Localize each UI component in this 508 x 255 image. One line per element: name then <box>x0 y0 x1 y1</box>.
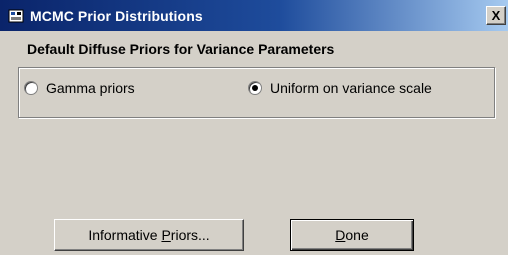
title-bar: MCMC Prior Distributions X <box>0 0 508 31</box>
app-icon <box>8 8 24 24</box>
informative-priors-button[interactable]: Informative Priors... <box>54 219 244 251</box>
close-button[interactable]: X <box>486 6 506 25</box>
done-button[interactable]: Done <box>290 219 414 251</box>
done-label: Done <box>335 227 369 243</box>
close-icon: X <box>491 8 501 23</box>
radio-unchecked-icon <box>24 81 38 95</box>
radio-gamma-priors[interactable]: Gamma priors <box>24 80 135 96</box>
window-title: MCMC Prior Distributions <box>30 7 203 24</box>
group-legend: Default Diffuse Priors for Variance Para… <box>24 40 338 58</box>
radio-uniform-variance[interactable]: Uniform on variance scale <box>248 80 432 96</box>
radio-label-gamma: Gamma priors <box>46 80 135 96</box>
radio-label-uniform: Uniform on variance scale <box>270 80 432 96</box>
radio-checked-icon <box>248 81 262 95</box>
informative-priors-label: Informative Priors... <box>88 227 210 243</box>
